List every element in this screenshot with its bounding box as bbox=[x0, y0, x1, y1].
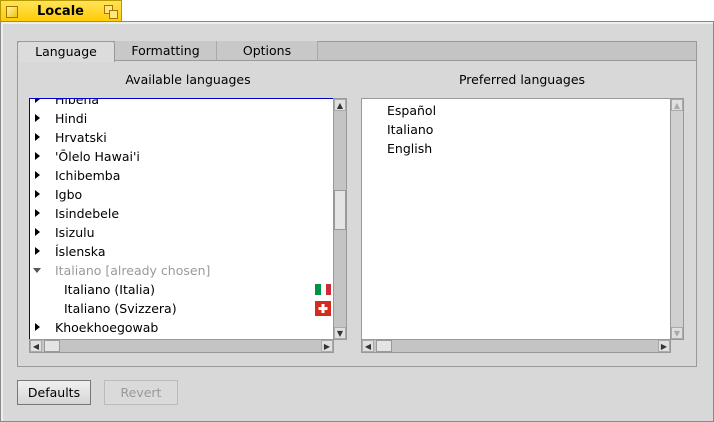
preferred-languages-list[interactable]: Español Italiano English bbox=[361, 98, 671, 340]
expand-triangle-icon[interactable] bbox=[35, 152, 40, 160]
available-vertical-scrollbar[interactable]: ▲ ▼ bbox=[333, 98, 347, 340]
available-languages-list[interactable]: Hibena Hindi Hrvatski 'Ōlelo Hawai'i Ichibem… bbox=[29, 98, 334, 340]
scroll-down-icon[interactable]: ▼ bbox=[671, 327, 683, 339]
item-label: Hindi bbox=[55, 111, 88, 126]
item-label: Italiano (Italia) bbox=[64, 282, 156, 297]
item-label: Khoekhoegowab bbox=[55, 320, 159, 335]
list-item[interactable]: Íslenska bbox=[30, 242, 333, 261]
expand-triangle-icon[interactable] bbox=[35, 133, 40, 141]
scroll-right-icon[interactable]: ▶ bbox=[658, 340, 670, 352]
item-label: Ichibemba bbox=[55, 168, 121, 183]
defaults-button[interactable]: Defaults bbox=[17, 380, 91, 405]
scroll-up-icon[interactable]: ▲ bbox=[334, 99, 346, 111]
item-label: Hrvatski bbox=[55, 130, 107, 145]
tab-formatting[interactable]: Formatting bbox=[115, 41, 217, 61]
expand-triangle-icon[interactable] bbox=[35, 323, 40, 331]
available-horizontal-scrollbar[interactable]: ◀ ▶ bbox=[29, 339, 334, 353]
collapse-triangle-icon[interactable] bbox=[33, 268, 41, 273]
available-languages-label: Available languages bbox=[125, 72, 251, 87]
item-label: Isindebele bbox=[55, 206, 120, 221]
list-item[interactable]: Hindi bbox=[30, 109, 333, 128]
close-button[interactable] bbox=[6, 6, 18, 18]
list-item[interactable]: Italiano [already chosen] bbox=[30, 261, 333, 280]
tab-options[interactable]: Options bbox=[217, 41, 318, 61]
scroll-left-icon[interactable]: ◀ bbox=[362, 340, 374, 352]
item-label: Igbo bbox=[55, 187, 83, 202]
expand-triangle-icon[interactable] bbox=[35, 99, 40, 103]
list-item[interactable]: Español bbox=[362, 101, 670, 120]
scroll-up-icon[interactable]: ▲ bbox=[671, 99, 683, 111]
list-item[interactable]: Italiano bbox=[362, 120, 670, 139]
preferred-languages-label: Preferred languages bbox=[458, 72, 586, 87]
expand-triangle-icon[interactable] bbox=[35, 228, 40, 236]
window-title-tab[interactable]: Locale bbox=[0, 0, 122, 22]
item-label: Español bbox=[387, 103, 437, 118]
expand-triangle-icon[interactable] bbox=[35, 247, 40, 255]
item-label: 'Ōlelo Hawai'i bbox=[55, 149, 140, 164]
expand-triangle-icon[interactable] bbox=[35, 114, 40, 122]
list-item[interactable]: Igbo bbox=[30, 185, 333, 204]
scroll-thumb[interactable] bbox=[334, 190, 346, 230]
switzerland-flag-icon bbox=[315, 301, 331, 316]
scroll-down-icon[interactable]: ▼ bbox=[334, 327, 346, 339]
item-label: Isizulu bbox=[55, 225, 95, 240]
item-label: Italiano (Svizzera) bbox=[64, 301, 177, 316]
list-item[interactable]: Italiano (Svizzera) bbox=[30, 299, 333, 318]
list-item[interactable]: Hrvatski bbox=[30, 128, 333, 147]
item-label: Italiano [already chosen] bbox=[55, 263, 211, 278]
italy-flag-icon bbox=[315, 282, 331, 297]
scroll-thumb[interactable] bbox=[44, 340, 60, 352]
item-label: Italiano bbox=[387, 122, 434, 137]
expand-triangle-icon[interactable] bbox=[35, 190, 40, 198]
list-item[interactable]: Hibena bbox=[30, 98, 333, 109]
scroll-thumb[interactable] bbox=[376, 340, 392, 352]
list-item[interactable]: Khoekhoegowab bbox=[30, 318, 333, 337]
item-label: Hibena bbox=[55, 98, 100, 107]
window-title: Locale bbox=[37, 4, 84, 19]
list-item[interactable]: English bbox=[362, 139, 670, 158]
list-item[interactable]: 'Ōlelo Hawai'i bbox=[30, 147, 333, 166]
scroll-left-icon[interactable]: ◀ bbox=[30, 340, 42, 352]
preferred-vertical-scrollbar[interactable]: ▲ ▼ bbox=[670, 98, 684, 340]
list-item[interactable]: Italiano (Italia) bbox=[30, 280, 333, 299]
zoom-button[interactable] bbox=[104, 5, 118, 19]
item-label: English bbox=[387, 141, 433, 156]
expand-triangle-icon[interactable] bbox=[35, 209, 40, 217]
tab-language[interactable]: Language bbox=[17, 41, 115, 62]
list-item[interactable]: Isizulu bbox=[30, 223, 333, 242]
preferred-horizontal-scrollbar[interactable]: ◀ ▶ bbox=[361, 339, 671, 353]
revert-button[interactable]: Revert bbox=[104, 380, 178, 405]
list-item[interactable]: Ichibemba bbox=[30, 166, 333, 185]
item-label: Íslenska bbox=[55, 244, 106, 259]
list-item[interactable]: Isindebele bbox=[30, 204, 333, 223]
scroll-right-icon[interactable]: ▶ bbox=[321, 340, 333, 352]
expand-triangle-icon[interactable] bbox=[35, 171, 40, 179]
